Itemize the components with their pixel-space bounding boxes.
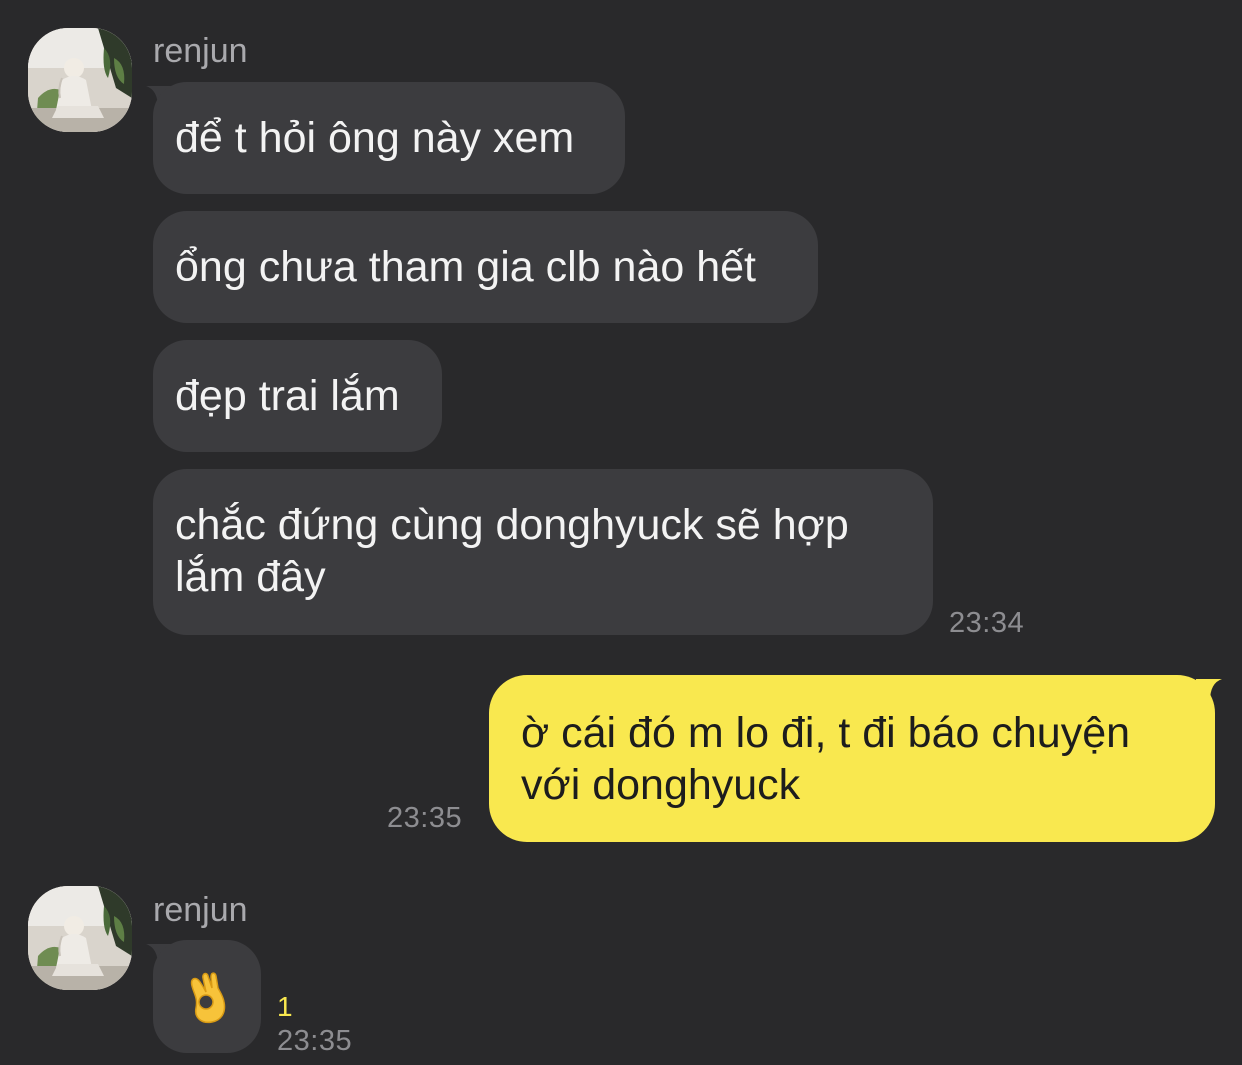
sender-name: renjun [153, 32, 248, 70]
avatar[interactable] [28, 886, 132, 990]
chat-bubble-incoming[interactable]: để t hỏi ông này xem [153, 82, 625, 194]
message-timestamp: 23:35 [277, 1025, 353, 1057]
chat-bubble-incoming[interactable]: chắc đứng cùng donghyuck sẽ hợp lắm đây [153, 469, 933, 635]
message-text: ổng chưa tham gia clb nào hết [175, 243, 757, 291]
message-text: ờ cái đó m lo đi, t đi báo chuyện với do… [521, 709, 1131, 809]
message-timestamp: 23:35 [387, 802, 463, 834]
bubble-tail [1196, 679, 1222, 701]
chat-bubble-incoming[interactable]: ổng chưa tham gia clb nào hết [153, 211, 818, 323]
sender-name: renjun [153, 891, 248, 929]
unread-count: 1 [277, 991, 293, 1022]
chat-bubble-outgoing[interactable]: ờ cái đó m lo đi, t đi báo chuyện với do… [489, 675, 1215, 842]
avatar[interactable] [28, 28, 132, 132]
message-text: đẹp trai lắm [175, 372, 400, 420]
message-timestamp: 23:34 [949, 607, 1025, 639]
chat-bubble-incoming[interactable] [153, 940, 261, 1053]
ok-hand-emoji [190, 971, 226, 1023]
message-text: để t hỏi ông này xem [175, 114, 575, 162]
message-text: chắc đứng cùng donghyuck sẽ hợp lắm đây [175, 501, 849, 601]
chat-bubble-incoming[interactable]: đẹp trai lắm [153, 340, 442, 452]
